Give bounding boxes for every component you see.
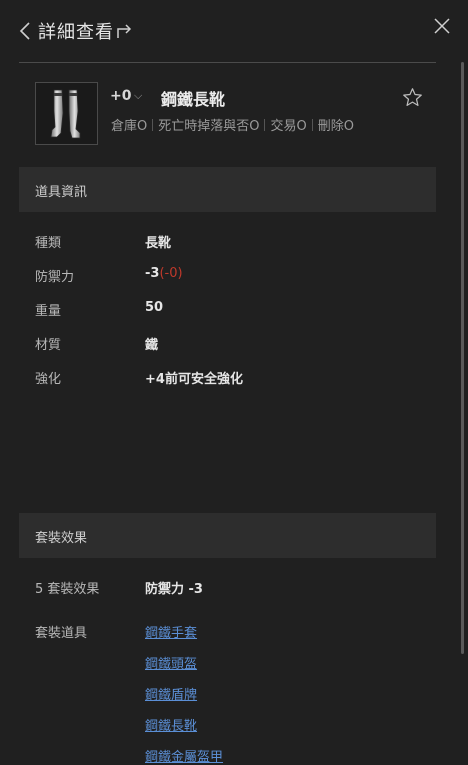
item-attributes: 倉庫O 死亡時掉落與否O 交易O 刪除O: [111, 115, 354, 134]
section-item-info: 道具資訊: [19, 167, 436, 212]
row-label-type: 種類: [35, 236, 62, 251]
set-items-label: 套裝道具: [35, 626, 88, 641]
share-icon[interactable]: [115, 21, 135, 41]
chevron-left-icon[interactable]: [16, 20, 36, 42]
separator: [311, 119, 313, 131]
header-divider: [19, 62, 436, 63]
row-label-enhance: 強化: [35, 372, 62, 387]
separator: [264, 119, 266, 131]
page-title: 詳細查看: [38, 22, 114, 43]
separator: [152, 119, 154, 131]
scrollbar[interactable]: [461, 62, 464, 654]
set-item-link[interactable]: 鋼鐵手套: [145, 622, 197, 641]
section-title: 套裝效果: [35, 531, 88, 546]
close-icon[interactable]: [432, 16, 452, 36]
header: 詳細查看: [0, 0, 468, 62]
set-item-link[interactable]: 鋼鐵盾牌: [145, 684, 197, 703]
boots-icon: [50, 89, 81, 139]
defense-modifier: (-0): [159, 266, 183, 281]
section-title: 道具資訊: [35, 185, 88, 200]
chevron-down-icon[interactable]: ⌵: [134, 89, 142, 103]
row-value-material: 鐵: [145, 338, 159, 353]
set-effect-label: 5 套裝效果: [35, 582, 100, 597]
section-set-effect: 套裝效果: [19, 513, 436, 558]
set-item-link[interactable]: 鋼鐵長靴: [145, 715, 197, 734]
row-value-defense: -3(-0): [145, 266, 183, 281]
star-icon[interactable]: [402, 87, 423, 108]
set-item-link[interactable]: 鋼鐵頭盔: [145, 653, 197, 672]
attr-trade: 交易O: [270, 119, 307, 134]
attr-drop-on-death: 死亡時掉落與否O: [158, 119, 260, 134]
set-effect-value: 防禦力 -3: [145, 582, 203, 597]
attr-delete: 刪除O: [317, 119, 354, 134]
item-name: 鋼鐵長靴: [161, 90, 226, 109]
row-value-enhance: +4前可安全強化: [145, 372, 243, 387]
item-thumbnail: [35, 82, 98, 145]
row-label-material: 材質: [35, 338, 62, 353]
enchant-level[interactable]: +0: [110, 88, 131, 104]
set-item-link[interactable]: 鋼鐵金屬盔甲: [145, 746, 223, 765]
row-label-defense: 防禦力: [35, 270, 75, 285]
attr-storage: 倉庫O: [111, 119, 148, 134]
row-label-weight: 重量: [35, 304, 62, 319]
row-value-weight: 50: [145, 300, 164, 315]
row-value-type: 長靴: [145, 236, 172, 251]
defense-value: -3: [145, 266, 160, 281]
